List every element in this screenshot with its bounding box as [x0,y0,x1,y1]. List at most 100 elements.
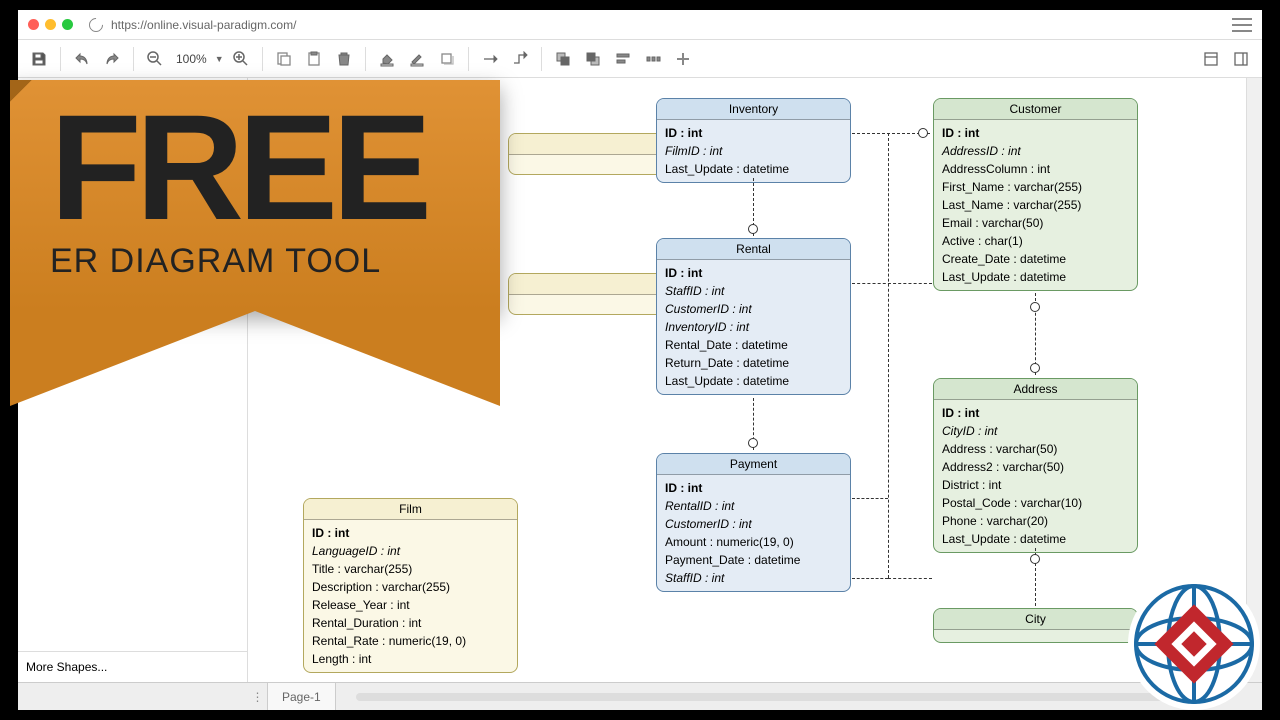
entity-film[interactable]: Film ID : intLanguageID : intTitle : var… [303,498,518,673]
tab-page-1[interactable]: Page-1 [268,683,336,710]
entity-title: Customer [934,99,1137,120]
visual-paradigm-logo-icon [1127,577,1262,712]
entity-attribute: RentalID : int [665,497,842,515]
entity-attribute: AddressID : int [942,142,1129,160]
entity-attribute: ID : int [312,524,509,542]
undo-button[interactable] [69,46,95,72]
to-front-button[interactable] [550,46,576,72]
entity-title: City [934,609,1137,630]
fill-color-button[interactable] [374,46,400,72]
connector [888,578,932,579]
entity-title: Film [304,499,517,520]
entity-attribute: ID : int [665,124,842,142]
entity-attribute: District : int [942,476,1129,494]
entity-attribute: Rental_Rate : numeric(19, 0) [312,632,509,650]
entity-attribute: AddressColumn : int [942,160,1129,178]
hamburger-icon[interactable] [1232,18,1252,32]
connector [888,133,889,578]
format-panel-button[interactable] [1198,46,1224,72]
url-text: https://online.visual-paradigm.com/ [111,18,296,32]
entity-title: Inventory [657,99,850,120]
entity-attribute: ID : int [665,264,842,282]
entity-attribute: Payment_Date : datetime [665,551,842,569]
zoom-out-button[interactable] [142,46,168,72]
entity-attribute: Return_Date : datetime [665,354,842,372]
window-close-dot[interactable] [28,19,39,30]
window-max-dot[interactable] [62,19,73,30]
entity-attribute: Description : varchar(255) [312,578,509,596]
cardinality-ring-icon [1030,554,1040,564]
entity-attribute: Last_Name : varchar(255) [942,196,1129,214]
cardinality-ring-icon [748,224,758,234]
tab-menu-icon[interactable]: ⋮ [248,683,268,710]
more-shapes-button[interactable]: More Shapes... [18,651,247,682]
entity-attribute: Address2 : varchar(50) [942,458,1129,476]
add-button[interactable] [670,46,696,72]
reload-icon[interactable] [86,15,106,35]
delete-button[interactable] [331,46,357,72]
entity-title: Rental [657,239,850,260]
entity-attribute: Last_Update : datetime [665,160,842,178]
align-button[interactable] [610,46,636,72]
entity-title: Address [934,379,1137,400]
to-back-button[interactable] [580,46,606,72]
entity-attribute: Email : varchar(50) [942,214,1129,232]
cardinality-ring-icon [748,438,758,448]
entity-attribute: Active : char(1) [942,232,1129,250]
entity-attribute: Title : varchar(255) [312,560,509,578]
entity-attribute: CustomerID : int [665,515,842,533]
connector [852,578,888,579]
entity-attribute: Last_Update : datetime [665,372,842,390]
entity-attribute: Length : int [312,650,509,668]
banner-title: FREE [50,98,474,236]
browser-chrome: https://online.visual-paradigm.com/ [18,10,1262,40]
entity-inventory[interactable]: Inventory ID : intFilmID : intLast_Updat… [656,98,851,183]
chevron-down-icon[interactable]: ▼ [215,54,224,64]
entity-attribute: Amount : numeric(19, 0) [665,533,842,551]
entity-city[interactable]: City [933,608,1138,643]
entity-attribute: InventoryID : int [665,318,842,336]
zoom-level[interactable]: 100% [172,52,211,66]
copy-button[interactable] [271,46,297,72]
promo-banner: FREE ER DIAGRAM TOOL [10,80,500,311]
cardinality-ring-icon [1030,363,1040,373]
page-tabs: ⋮ Page-1 [18,682,1262,710]
entity-title: Payment [657,454,850,475]
entity-attribute: Phone : varchar(20) [942,512,1129,530]
save-button[interactable] [26,46,52,72]
entity-attribute: CityID : int [942,422,1129,440]
line-color-button[interactable] [404,46,430,72]
outline-panel-button[interactable] [1228,46,1254,72]
entity-attribute: Last_Update : datetime [942,268,1129,286]
window-min-dot[interactable] [45,19,56,30]
horizontal-scrollbar[interactable] [356,693,1222,701]
zoom-in-button[interactable] [228,46,254,72]
connector [852,498,888,499]
address-bar[interactable]: https://online.visual-paradigm.com/ [89,18,1226,32]
paste-button[interactable] [301,46,327,72]
entity-attribute: Address : varchar(50) [942,440,1129,458]
distribute-button[interactable] [640,46,666,72]
entity-attribute: FilmID : int [665,142,842,160]
entity-attribute: Create_Date : datetime [942,250,1129,268]
entity-attribute: First_Name : varchar(255) [942,178,1129,196]
entity-payment[interactable]: Payment ID : intRentalID : intCustomerID… [656,453,851,592]
connector [852,283,932,284]
connector-style-button[interactable] [477,46,503,72]
toolbar: 100% ▼ [18,40,1262,78]
entity-attribute: ID : int [665,479,842,497]
entity-attribute: StaffID : int [665,282,842,300]
entity-attribute: Last_Update : datetime [942,530,1129,548]
entity-customer[interactable]: Customer ID : intAddressID : intAddressC… [933,98,1138,291]
redo-button[interactable] [99,46,125,72]
entity-attribute: ID : int [942,124,1129,142]
entity-rental[interactable]: Rental ID : intStaffID : intCustomerID :… [656,238,851,395]
entity-attribute: Rental_Duration : int [312,614,509,632]
entity-attribute: Rental_Date : datetime [665,336,842,354]
entity-attribute: ID : int [942,404,1129,422]
entity-attribute: LanguageID : int [312,542,509,560]
entity-address[interactable]: Address ID : intCityID : intAddress : va… [933,378,1138,553]
cardinality-ring-icon [918,128,928,138]
shadow-button[interactable] [434,46,460,72]
waypoint-style-button[interactable] [507,46,533,72]
